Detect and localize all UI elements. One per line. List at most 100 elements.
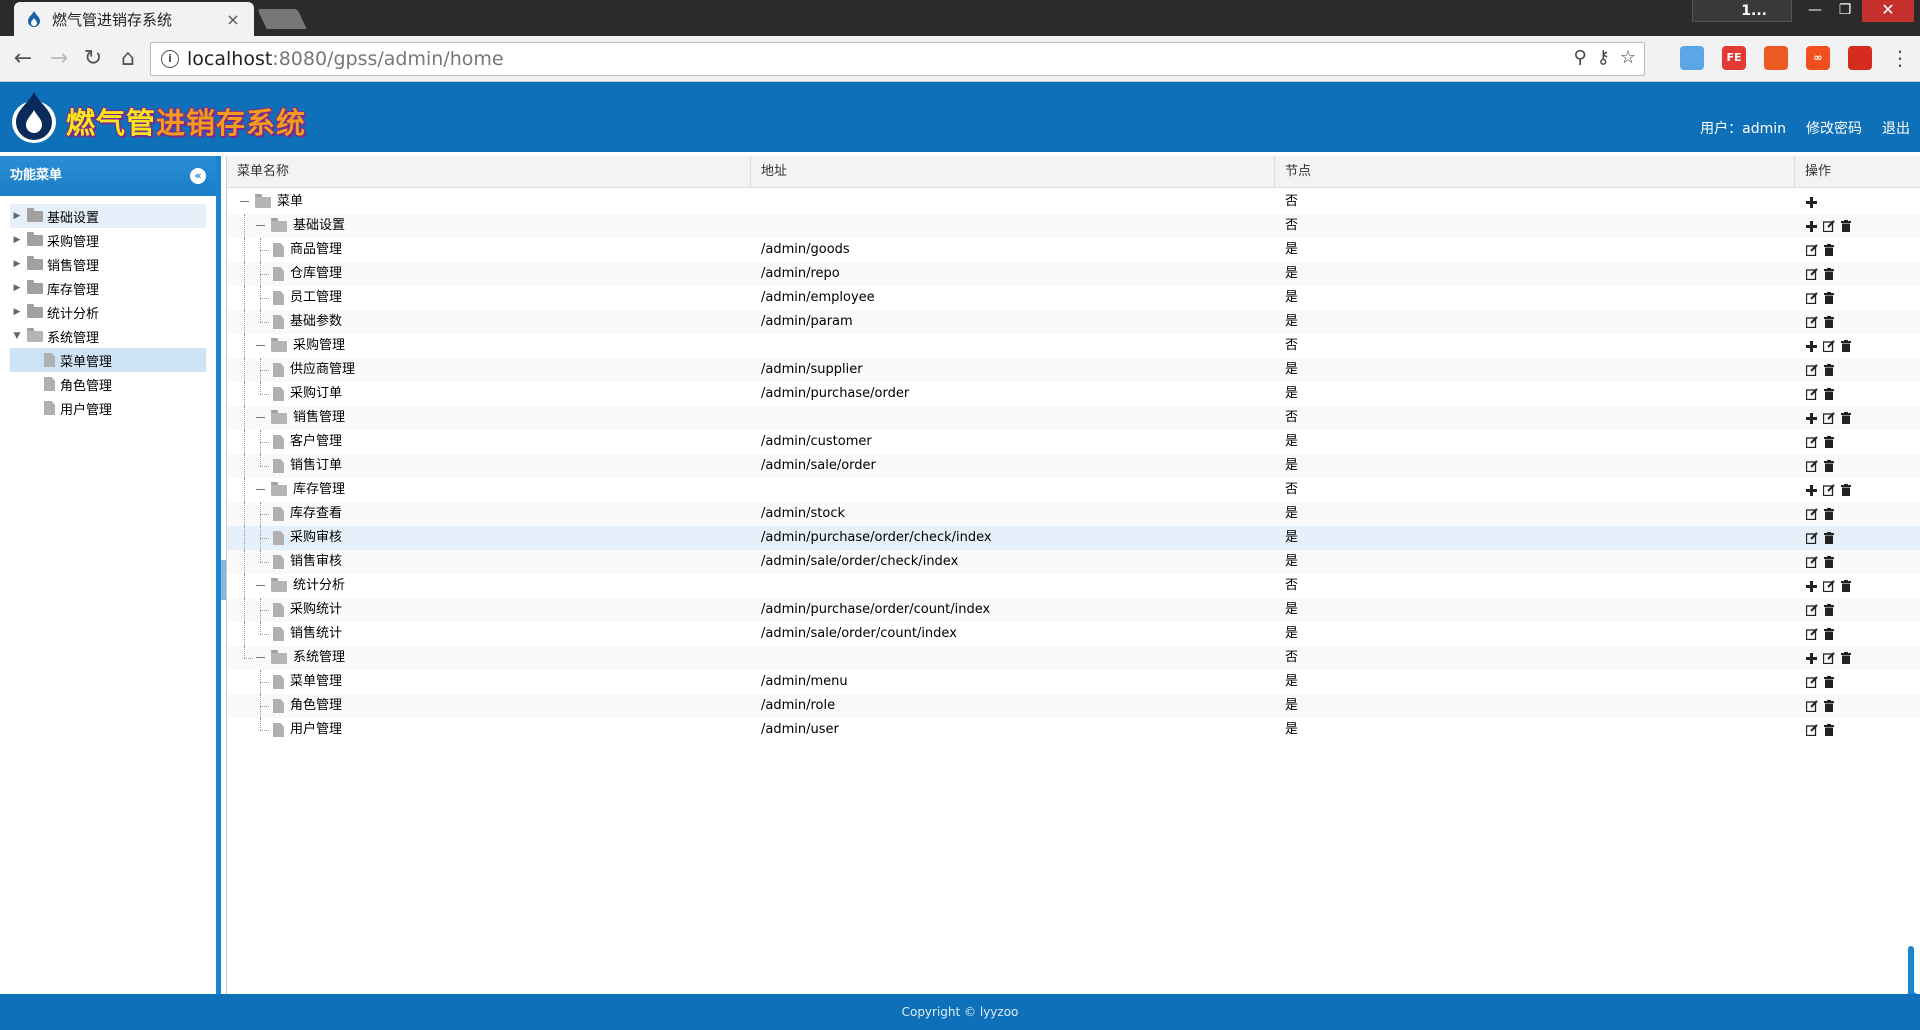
edit-icon[interactable] [1805,244,1818,257]
edit-icon[interactable] [1805,532,1818,545]
table-row[interactable]: 采购管理 否 [227,334,1920,358]
edit-icon[interactable] [1822,340,1835,353]
new-tab-button[interactable] [257,9,307,29]
home-icon[interactable]: ⌂ [113,44,143,74]
back-arrow-icon[interactable]: ← [8,44,38,74]
edit-icon[interactable] [1805,556,1818,569]
delete-icon[interactable] [1822,388,1835,401]
edit-icon[interactable] [1822,220,1835,233]
office-ext-icon[interactable] [1764,46,1788,70]
delete-icon[interactable] [1822,364,1835,377]
site-info-icon[interactable]: i [161,50,179,68]
edit-icon[interactable] [1805,388,1818,401]
edit-icon[interactable] [1805,268,1818,281]
table-row[interactable]: 统计分析 否 [227,574,1920,598]
key-icon[interactable]: ⚷ [1597,47,1610,68]
table-row[interactable]: 客户管理/admin/customer 是 [227,430,1920,454]
collapse-node-icon[interactable] [253,214,269,238]
table-row[interactable]: 菜单管理/admin/menu 是 [227,670,1920,694]
logout-link[interactable]: 退出 [1882,118,1910,138]
table-row[interactable]: 菜单 否 [227,190,1920,214]
minimize-icon[interactable]: — [1800,0,1830,22]
sidebar-item[interactable]: 用户管理 [10,396,206,420]
delete-icon[interactable] [1822,460,1835,473]
table-row[interactable]: 角色管理/admin/role 是 [227,694,1920,718]
browser-tab[interactable]: 燃气管进销存系统 × [14,2,254,36]
sidebar-item[interactable]: ▶ 销售管理 [10,252,206,276]
edit-icon[interactable] [1805,604,1818,617]
sidebar-item[interactable]: 菜单管理 [10,348,206,372]
zoom-icon[interactable]: ⚲ [1573,47,1586,68]
edit-icon[interactable] [1822,484,1835,497]
edit-icon[interactable] [1805,292,1818,305]
delete-icon[interactable] [1822,508,1835,521]
delete-icon[interactable] [1822,628,1835,641]
table-row[interactable]: 采购审核/admin/purchase/order/check/index 是 [227,526,1920,550]
delete-icon[interactable] [1839,580,1852,593]
add-icon[interactable] [1805,652,1818,665]
address-bar[interactable]: i localhost :8080/gpss/admin/home ⚲ ⚷ ☆ [150,42,1645,76]
edit-icon[interactable] [1822,652,1835,665]
table-row[interactable]: 库存管理 否 [227,478,1920,502]
sidebar-item[interactable]: ▼ 系统管理 [10,324,206,348]
add-icon[interactable] [1805,580,1818,593]
edit-icon[interactable] [1805,724,1818,737]
edit-icon[interactable] [1805,316,1818,329]
collapsed-arrow-icon[interactable]: ▶ [10,259,24,269]
collapse-node-icon[interactable] [253,406,269,430]
expanded-arrow-icon[interactable]: ▼ [10,331,24,341]
column-header-node[interactable]: 节点 [1275,156,1795,188]
column-header-url[interactable]: 地址 [751,156,1275,188]
delete-icon[interactable] [1839,484,1852,497]
table-row[interactable]: 采购统计/admin/purchase/order/count/index 是 [227,598,1920,622]
collapsed-arrow-icon[interactable]: ▶ [10,211,24,221]
bookmark-star-icon[interactable]: ☆ [1620,47,1636,68]
edit-icon[interactable] [1805,628,1818,641]
edit-icon[interactable] [1805,436,1818,449]
delete-icon[interactable] [1822,436,1835,449]
delete-icon[interactable] [1822,676,1835,689]
delete-icon[interactable] [1839,340,1852,353]
profile-button[interactable]: 1... [1692,0,1792,22]
collapse-node-icon[interactable] [253,574,269,598]
add-icon[interactable] [1805,484,1818,497]
table-row[interactable]: 销售审核/admin/sale/order/check/index 是 [227,550,1920,574]
delete-icon[interactable] [1822,292,1835,305]
collapsed-arrow-icon[interactable]: ▶ [10,283,24,293]
table-row[interactable]: 仓库管理/admin/repo 是 [227,262,1920,286]
add-icon[interactable] [1805,220,1818,233]
feather-ext-icon[interactable] [1680,46,1704,70]
table-row[interactable]: 采购订单/admin/purchase/order 是 [227,382,1920,406]
table-row[interactable]: 销售管理 否 [227,406,1920,430]
forward-arrow-icon[interactable]: → [44,44,74,74]
edit-icon[interactable] [1805,364,1818,377]
collapse-sidebar-icon[interactable]: « [190,168,206,184]
delete-icon[interactable] [1839,652,1852,665]
browser-menu-icon[interactable]: ⋮ [1890,46,1910,70]
table-row[interactable]: 供应商管理/admin/supplier 是 [227,358,1920,382]
sidebar-item[interactable]: ▶ 采购管理 [10,228,206,252]
column-header-name[interactable]: 菜单名称 [227,156,751,188]
window-close-icon[interactable]: ✕ [1862,0,1914,22]
edit-icon[interactable] [1805,700,1818,713]
edit-icon[interactable] [1805,460,1818,473]
sidebar-item[interactable]: ▶ 统计分析 [10,300,206,324]
sidebar-item[interactable]: ▶ 基础设置 [10,204,206,228]
table-row[interactable]: 基础设置 否 [227,214,1920,238]
scroll-slider[interactable] [1905,946,1919,1006]
edit-icon[interactable] [1805,676,1818,689]
table-row[interactable]: 用户管理/admin/user 是 [227,718,1920,742]
collapse-node-icon[interactable] [253,646,269,670]
add-icon[interactable] [1805,196,1818,209]
sidebar-item[interactable]: ▶ 库存管理 [10,276,206,300]
maximize-icon[interactable]: ❐ [1830,0,1860,22]
infinity-ext-icon[interactable]: ∞ [1806,46,1830,70]
table-row[interactable]: 基础参数/admin/param 是 [227,310,1920,334]
add-icon[interactable] [1805,412,1818,425]
tab-close-icon[interactable]: × [224,10,242,29]
change-password-link[interactable]: 修改密码 [1806,118,1862,138]
collapsed-arrow-icon[interactable]: ▶ [10,235,24,245]
delete-icon[interactable] [1839,220,1852,233]
delete-icon[interactable] [1822,604,1835,617]
delete-icon[interactable] [1822,268,1835,281]
